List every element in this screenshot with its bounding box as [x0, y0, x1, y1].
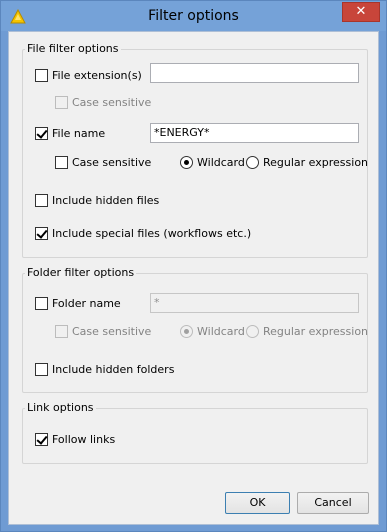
include-hidden-folders-label: Include hidden folders — [52, 362, 175, 376]
folder-wildcard-row: Wildcard — [180, 323, 245, 339]
include-hidden-files-label: Include hidden files — [52, 193, 160, 207]
close-button[interactable]: ✕ — [342, 2, 380, 22]
filter-options-dialog: Filter options ✕ File filter options Fil… — [0, 0, 387, 532]
folder-case-sensitive-checkbox[interactable] — [55, 324, 68, 338]
window-title: Filter options — [148, 8, 239, 24]
file-wildcard-label: Wildcard — [197, 155, 245, 169]
file-extension-checkbox[interactable] — [35, 68, 48, 82]
file-name-checkbox[interactable] — [35, 126, 48, 140]
name-case-sensitive-row: Case sensitive — [55, 154, 151, 170]
ext-case-sensitive-checkbox[interactable] — [55, 95, 68, 109]
include-special-files-label: Include special files (workflows etc.) — [52, 226, 252, 240]
link-options-group-label: Link options — [25, 401, 96, 414]
include-hidden-files-row: Include hidden files — [35, 192, 159, 208]
ext-case-sensitive-row: Case sensitive — [55, 94, 151, 110]
dialog-content: File filter options File extension(s) Ca… — [8, 31, 379, 525]
follow-links-checkbox[interactable] — [35, 432, 48, 446]
folder-name-input[interactable]: * — [150, 293, 359, 313]
folder-name-label: Folder name — [52, 296, 121, 310]
ext-case-sensitive-label: Case sensitive — [72, 95, 152, 109]
file-filter-group-label: File filter options — [25, 42, 121, 55]
file-wildcard-row: Wildcard — [180, 154, 245, 170]
folder-wildcard-radio[interactable] — [180, 324, 193, 338]
name-case-sensitive-label: Case sensitive — [72, 155, 152, 169]
folder-regex-row: Regular expression — [246, 323, 368, 339]
folder-name-row: Folder name — [35, 295, 121, 311]
follow-links-row: Follow links — [35, 431, 115, 447]
include-hidden-folders-row: Include hidden folders — [35, 361, 174, 377]
folder-case-sensitive-row: Case sensitive — [55, 323, 151, 339]
title-bar[interactable]: Filter options ✕ — [1, 1, 386, 31]
file-wildcard-radio[interactable] — [180, 155, 193, 169]
folder-case-sensitive-label: Case sensitive — [72, 324, 152, 338]
file-extension-row: File extension(s) — [35, 67, 142, 83]
file-name-row: File name — [35, 125, 105, 141]
follow-links-label: Follow links — [52, 432, 116, 446]
file-regex-radio[interactable] — [246, 155, 259, 169]
folder-wildcard-label: Wildcard — [197, 324, 245, 338]
file-regex-row: Regular expression — [246, 154, 368, 170]
folder-regex-label: Regular expression — [263, 324, 369, 338]
name-case-sensitive-checkbox[interactable] — [55, 155, 68, 169]
ok-button[interactable]: OK — [225, 492, 290, 514]
include-special-files-row: Include special files (workflows etc.) — [35, 225, 251, 241]
cancel-button[interactable]: Cancel — [297, 492, 369, 514]
file-extension-input[interactable] — [150, 63, 359, 83]
folder-filter-group-label: Folder filter options — [25, 266, 137, 279]
file-name-input[interactable]: *ENERGY* — [150, 123, 359, 143]
include-special-files-checkbox[interactable] — [35, 226, 48, 240]
folder-regex-radio[interactable] — [246, 324, 259, 338]
folder-name-checkbox[interactable] — [35, 296, 48, 310]
include-hidden-folders-checkbox[interactable] — [35, 362, 48, 376]
file-regex-label: Regular expression — [263, 155, 369, 169]
file-extension-label: File extension(s) — [52, 68, 142, 82]
file-name-label: File name — [52, 126, 106, 140]
include-hidden-files-checkbox[interactable] — [35, 193, 48, 207]
